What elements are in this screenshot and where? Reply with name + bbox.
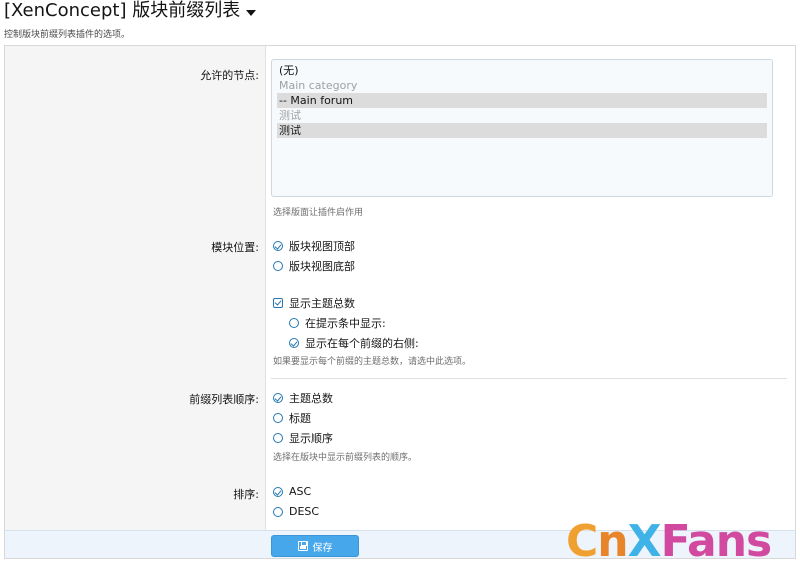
node-option-main-category: Main category <box>279 79 358 92</box>
checkbox-checked-icon[interactable] <box>273 298 283 308</box>
count-in-tooltip-label: 在提示条中显示: <box>305 317 386 330</box>
position-hint: 如果要显示每个前缀的主题总数，请选中此选项。 <box>273 357 472 367</box>
count-right-radio[interactable]: 显示在每个前缀的右侧: <box>289 335 419 351</box>
watermark-fans: Fans <box>660 516 773 567</box>
radio-checked-icon[interactable] <box>273 241 283 251</box>
count-right-label: 显示在每个前缀的右侧: <box>305 337 419 350</box>
order-display-label: 显示顺序 <box>289 432 333 445</box>
nodes-multiselect[interactable]: (无) Main category -- Main forum 测试 测试 <box>271 59 773 197</box>
position-top-radio[interactable]: 版块视图顶部 <box>273 238 355 254</box>
position-bottom-radio[interactable]: 版块视图底部 <box>273 258 355 274</box>
radio-checked-icon[interactable] <box>289 338 299 348</box>
radio-unchecked-icon[interactable] <box>273 413 283 423</box>
page-description: 控制版块前缀列表插件的选项。 <box>4 30 131 40</box>
page-header: [XenConcept] 版块前缀列表 控制版块前缀列表插件的选项。 <box>4 0 257 40</box>
position-bottom-label: 版块视图底部 <box>289 260 355 273</box>
chevron-down-icon[interactable] <box>246 9 257 16</box>
watermark-letter-n: n <box>597 516 628 567</box>
show-count-label: 显示主题总数 <box>289 297 355 310</box>
page-title[interactable]: [XenConcept] 版块前缀列表 <box>4 0 257 22</box>
order-count-radio[interactable]: 主题总数 <box>273 390 333 406</box>
sort-desc-radio[interactable]: DESC <box>273 505 319 518</box>
node-option-test-forum[interactable]: 测试 <box>277 123 767 138</box>
order-title-radio[interactable]: 标题 <box>273 410 311 426</box>
order-display-radio[interactable]: 显示顺序 <box>273 430 333 446</box>
label-column <box>5 46 266 530</box>
radio-checked-icon[interactable] <box>273 393 283 403</box>
watermark-logo: C n X Fans <box>566 514 796 570</box>
show-count-checkbox[interactable]: 显示主题总数 <box>273 295 355 311</box>
node-option-none[interactable]: (无) <box>277 63 767 78</box>
radio-unchecked-icon[interactable] <box>273 433 283 443</box>
radio-unchecked-icon[interactable] <box>273 506 283 517</box>
order-count-label: 主题总数 <box>289 392 333 405</box>
node-option-main-forum[interactable]: -- Main forum <box>277 93 767 108</box>
nodes-label: 允许的节点: <box>200 69 259 82</box>
watermark-letter-c: C <box>566 516 598 567</box>
radio-unchecked-icon[interactable] <box>273 261 283 271</box>
radio-unchecked-icon[interactable] <box>289 318 299 328</box>
options-form: 允许的节点: (无) Main category -- Main forum 测… <box>4 45 796 559</box>
order-hint: 选择在版块中显示前缀列表的顺序。 <box>273 453 418 463</box>
sort-label: 排序: <box>233 488 259 501</box>
nodes-hint: 选择版面让插件启作用 <box>273 208 364 218</box>
section-divider <box>271 378 787 379</box>
radio-checked-icon[interactable] <box>273 486 283 497</box>
sort-desc-label: DESC <box>289 505 320 518</box>
node-option-test-category: 测试 <box>279 109 301 122</box>
save-icon <box>297 541 308 551</box>
watermark-letter-x: X <box>627 516 662 567</box>
save-button-label: 保存 <box>312 542 333 554</box>
position-label: 模块位置: <box>211 241 259 254</box>
sort-asc-label: ASC <box>289 485 312 498</box>
page-title-text: [XenConcept] 版块前缀列表 <box>4 0 241 21</box>
position-top-label: 版块视图顶部 <box>289 240 355 253</box>
order-label: 前缀列表顺序: <box>189 393 259 406</box>
count-in-tooltip-radio[interactable]: 在提示条中显示: <box>289 315 386 331</box>
order-title-label: 标题 <box>289 412 311 425</box>
sort-asc-radio[interactable]: ASC <box>273 485 311 498</box>
save-button[interactable]: 保存 <box>271 535 359 557</box>
